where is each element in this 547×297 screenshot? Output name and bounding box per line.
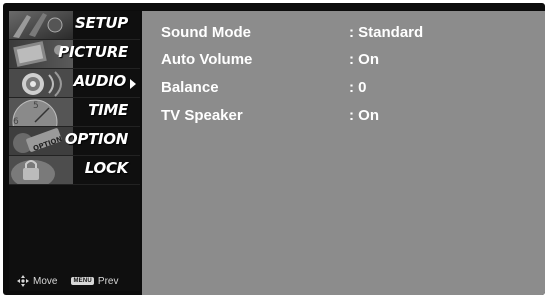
- setting-value: : 0: [349, 79, 367, 96]
- setting-name: Balance: [161, 79, 219, 96]
- menu-item-audio[interactable]: AUDIO: [9, 69, 140, 98]
- option-thumbnail-icon: OPTION: [9, 127, 73, 155]
- move-dpad-icon: [17, 275, 29, 287]
- menu-key-icon: MENU: [71, 277, 94, 285]
- menu-item-setup[interactable]: SETUP: [9, 11, 140, 40]
- setting-value: : On: [349, 51, 379, 68]
- tv-menu-screen: SETUP PICTURE AUDIO 6 5 TIME OPTION OPTI…: [3, 3, 545, 295]
- menu-item-label: SETUP: [75, 14, 128, 32]
- setting-row-sound-mode[interactable]: Sound Mode : Standard: [161, 22, 531, 44]
- svg-text:5: 5: [33, 101, 39, 111]
- setting-value: : On: [349, 107, 379, 124]
- setting-row-tv-speaker[interactable]: TV Speaker : On: [161, 105, 531, 127]
- svg-text:6: 6: [13, 117, 19, 127]
- setup-thumbnail-icon: [9, 11, 73, 39]
- navigation-hint-bar: Move MENU Prev: [17, 273, 118, 289]
- setting-name: Auto Volume: [161, 51, 253, 68]
- menu-item-label: LOCK: [84, 159, 129, 177]
- menu-item-option[interactable]: OPTION OPTION: [9, 127, 140, 156]
- setting-row-balance[interactable]: Balance : 0: [161, 77, 531, 99]
- prev-hint-label: Prev: [97, 275, 119, 287]
- lock-thumbnail-icon: [9, 156, 73, 184]
- menu-item-time[interactable]: 6 5 TIME: [9, 98, 140, 127]
- menu-item-label: TIME: [88, 101, 128, 119]
- menu-item-picture[interactable]: PICTURE: [9, 40, 140, 69]
- menu-item-label: PICTURE: [58, 43, 128, 61]
- selected-arrow-icon: [130, 79, 136, 89]
- setting-name: Sound Mode: [161, 24, 251, 41]
- main-menu-sidebar: SETUP PICTURE AUDIO 6 5 TIME OPTION OPTI…: [9, 11, 140, 291]
- menu-item-label: OPTION: [64, 130, 128, 148]
- audio-settings-panel: Sound Mode : Standard Auto Volume : On B…: [142, 11, 545, 295]
- setting-name: TV Speaker: [161, 107, 243, 124]
- audio-thumbnail-icon: [9, 69, 73, 97]
- menu-item-label: AUDIO: [73, 72, 127, 90]
- setting-row-auto-volume[interactable]: Auto Volume : On: [161, 49, 531, 71]
- move-hint-label: Move: [33, 275, 58, 287]
- time-thumbnail-icon: 6 5: [9, 98, 73, 127]
- menu-item-lock[interactable]: LOCK: [9, 156, 140, 185]
- setting-value: : Standard: [349, 24, 424, 41]
